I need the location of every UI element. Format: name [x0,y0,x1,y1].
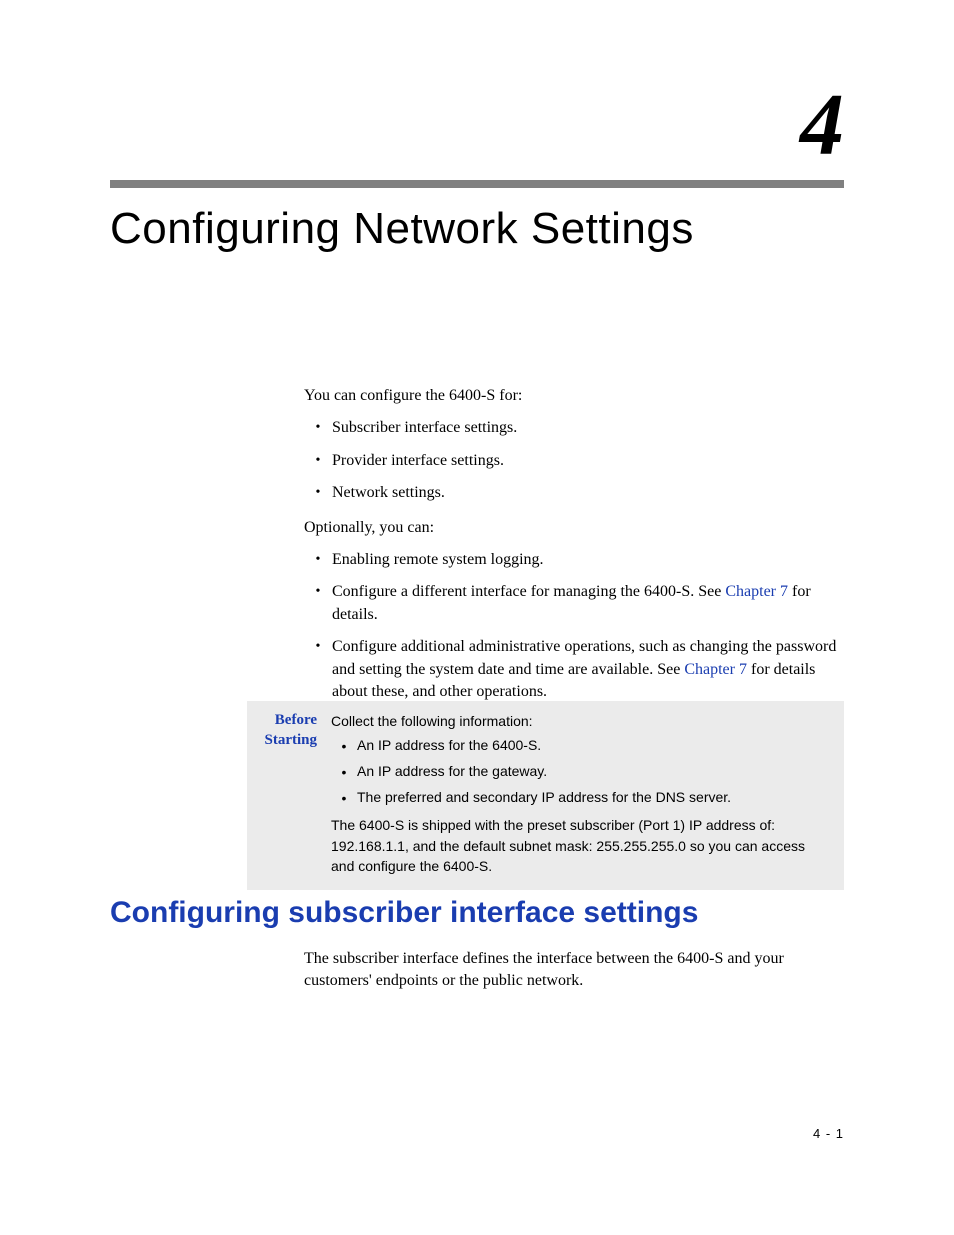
text-span: Configure a different interface for mana… [332,583,725,600]
bullet-icon: • [304,450,332,472]
before-list: • An IP address for the 6400-S. • An IP … [331,735,830,809]
list-item: • Subscriber interface settings. [304,417,844,439]
bullet-icon: • [304,417,332,439]
list-item-text: Provider interface settings. [332,450,844,472]
before-note: The 6400-S is shipped with the preset su… [331,815,830,876]
list-item: • Provider interface settings. [304,450,844,472]
list-item: • An IP address for the 6400-S. [331,735,830,757]
list-item: • Configure a different interface for ma… [304,581,844,626]
section-heading: Configuring subscriber interface setting… [110,896,698,930]
page-number: 4 - 1 [813,1126,844,1141]
intro-lead: You can configure the 6400-S for: [304,385,844,407]
bullet-icon: • [304,581,332,626]
section-body: The subscriber interface defines the int… [304,948,844,993]
bullet-icon: • [304,636,332,703]
label-line: Starting [261,731,317,751]
bullet-icon: • [304,549,332,571]
bullet-icon: • [331,761,357,783]
list-item-text: An IP address for the 6400-S. [357,735,830,757]
before-starting-box: Before Starting Collect the following in… [247,701,844,890]
list-item-text: The preferred and secondary IP address f… [357,787,830,809]
before-starting-label: Before Starting [261,711,317,876]
chapter-7-link[interactable]: Chapter 7 [725,583,788,600]
list-item-text: An IP address for the gateway. [357,761,830,783]
bullet-icon: • [331,787,357,809]
bullet-icon: • [331,735,357,757]
list-item: • Network settings. [304,482,844,504]
optional-lead: Optionally, you can: [304,517,844,539]
chapter-number: 4 [800,75,844,176]
list-item-text: Configure additional administrative oper… [332,636,844,703]
label-line: Before [261,711,317,731]
intro-content: You can configure the 6400-S for: • Subs… [304,385,844,715]
list-item-text: Configure a different interface for mana… [332,581,844,626]
chapter-rule [110,180,844,188]
optional-list: • Enabling remote system logging. • Conf… [304,549,844,703]
bullet-icon: • [304,482,332,504]
list-item-text: Network settings. [332,482,844,504]
chapter-7-link[interactable]: Chapter 7 [684,661,747,678]
config-list: • Subscriber interface settings. • Provi… [304,417,844,504]
list-item: • An IP address for the gateway. [331,761,830,783]
list-item-text: Enabling remote system logging. [332,549,844,571]
list-item: • Enabling remote system logging. [304,549,844,571]
list-item-text: Subscriber interface settings. [332,417,844,439]
list-item: • The preferred and secondary IP address… [331,787,830,809]
before-lead: Collect the following information: [331,711,830,731]
list-item: • Configure additional administrative op… [304,636,844,703]
before-starting-body: Collect the following information: • An … [317,711,830,876]
chapter-title: Configuring Network Settings [110,204,694,254]
